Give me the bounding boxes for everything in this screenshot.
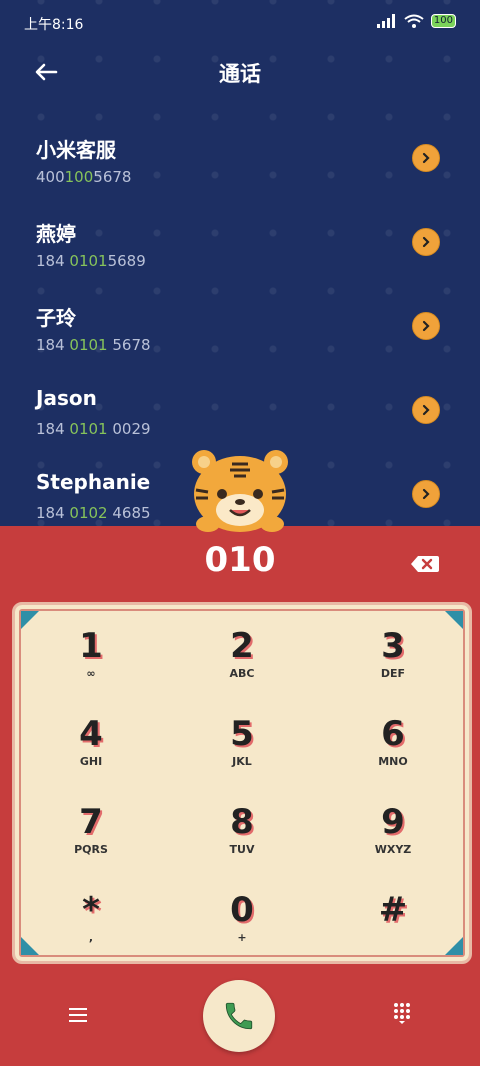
key-9[interactable]: 9 WXYZ (343, 803, 443, 873)
dialer-panel: 010 1 ∞ 2 ABC 3 DEF 4 GHI 5 JKL 6 MNO 7 PQRS 8T… (0, 526, 480, 1066)
dialed-number: 010 (204, 540, 276, 580)
call-button[interactable] (203, 980, 275, 1052)
contact-name: 子玲 (36, 306, 76, 330)
key-1[interactable]: 1 ∞ (41, 627, 141, 697)
contact-number: 184 01015689 (36, 252, 146, 270)
battery-icon: 100 (430, 14, 456, 28)
contact-name: 燕婷 (36, 222, 76, 246)
status-bar: 上午8:16 100 (24, 12, 456, 34)
key-5[interactable]: 5 JKL (192, 715, 292, 785)
key-8[interactable]: 8 TUV (192, 803, 292, 873)
tiger-mascot-icon (192, 450, 288, 532)
key-6[interactable]: 6 MNO (343, 715, 443, 785)
key-hash[interactable]: # (343, 891, 443, 961)
key-4[interactable]: 4 GHI (41, 715, 141, 785)
page-title: 通话 (219, 62, 261, 86)
key-3[interactable]: 3 DEF (343, 627, 443, 697)
key-star[interactable]: *, (41, 891, 141, 961)
chevron-right-icon[interactable] (412, 228, 440, 256)
key-0[interactable]: 0 + (192, 891, 292, 961)
phone-icon (225, 1002, 253, 1030)
keypad: 1 ∞ 2 ABC 3 DEF 4 GHI 5 JKL 6 MNO 7 PQRS 8 TUV 9… (12, 602, 472, 964)
key-7[interactable]: 7 PQRS (41, 803, 141, 873)
contacts-panel: 上午8:16 100 通话 小米客服 4001005678 燕婷 184 010… (0, 0, 480, 526)
app-header: 通话 (0, 52, 480, 92)
contact-number: 4001005678 (36, 168, 132, 186)
chevron-right-icon[interactable] (412, 396, 440, 424)
chevron-right-icon[interactable] (412, 480, 440, 508)
contact-name: 小米客服 (36, 138, 116, 162)
contact-name: Jason (36, 386, 97, 410)
signal-icon (376, 14, 395, 28)
contact-item[interactable]: 子玲 184 0101 5678 (36, 302, 446, 374)
contact-number: 184 0102 4685 (36, 504, 151, 522)
voicemail-icon: ∞ (86, 667, 96, 680)
wifi-icon (404, 14, 424, 28)
status-icons: 100 (376, 14, 456, 28)
contact-name: Stephanie (36, 470, 151, 494)
menu-icon[interactable] (68, 1006, 88, 1024)
contact-item[interactable]: 燕婷 184 01015689 (36, 218, 446, 290)
status-time: 上午8:16 (24, 17, 84, 33)
key-2[interactable]: 2 ABC (192, 627, 292, 697)
contact-number: 184 0101 0029 (36, 420, 151, 438)
dialpad-icon[interactable] (392, 1002, 412, 1024)
contact-item[interactable]: Jason 184 0101 0029 (36, 386, 446, 458)
chevron-right-icon[interactable] (412, 312, 440, 340)
contact-item[interactable]: 小米客服 4001005678 (36, 134, 446, 206)
contact-number: 184 0101 5678 (36, 336, 151, 354)
bottom-nav (0, 966, 480, 1066)
backspace-icon[interactable] (410, 554, 440, 574)
chevron-right-icon[interactable] (412, 144, 440, 172)
